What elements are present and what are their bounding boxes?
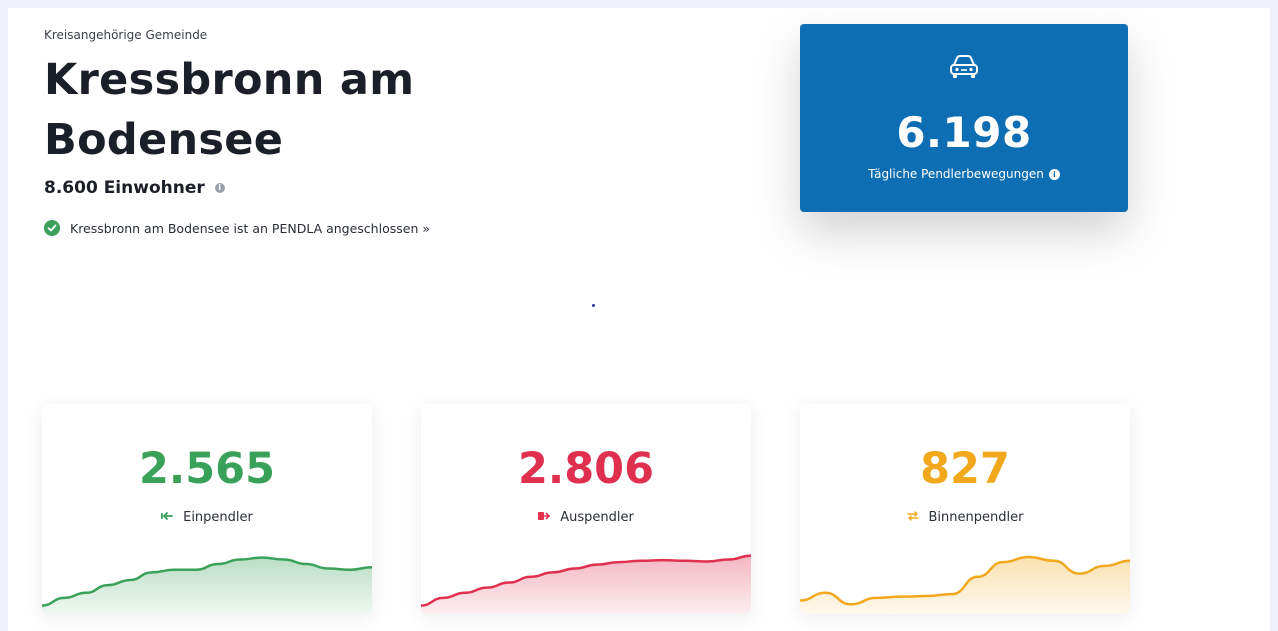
sparkline-area (421, 555, 751, 614)
outbound-commuters-card: 2.806 Auspendler (421, 404, 751, 614)
municipality-type: Kreisangehörige Gemeinde (44, 28, 208, 42)
pendla-connected-link[interactable]: Kressbronn am Bodensee ist an PENDLA ang… (44, 220, 430, 236)
car-icon (950, 55, 978, 78)
inbound-sparkline (42, 556, 372, 614)
daily-commute-value: 6.198 (896, 108, 1032, 157)
internal-sparkline (800, 555, 1130, 614)
info-icon[interactable]: i (1048, 168, 1060, 180)
info-icon[interactable]: i (214, 183, 225, 193)
swap-icon (906, 511, 919, 524)
loading-dot (592, 304, 595, 307)
inbound-commuters-label: Einpendler (183, 510, 253, 525)
check-circle-icon (44, 220, 60, 236)
outbound-commuters-value: 2.806 (517, 444, 654, 494)
internal-commuters-card: 827 Binnenpendler (800, 404, 1130, 614)
outbound-sparkline (421, 554, 751, 614)
internal-commuters-label: Binnenpendler (928, 510, 1024, 525)
internal-commuters-value: 827 (920, 444, 1010, 494)
outbound-commuters-label: Auspendler (560, 510, 634, 525)
internal-commuters-label-row: Binnenpendler (800, 510, 1130, 525)
daily-commute-label-row: Tägliche Pendlerbewegungen i (800, 167, 1128, 181)
arrow-out-icon (538, 511, 551, 524)
daily-commute-card: 6.198 Tägliche Pendlerbewegungen i (800, 24, 1128, 212)
population-value: 8.600 Einwohner (44, 178, 205, 198)
connected-text: Kressbronn am Bodensee ist an PENDLA ang… (70, 220, 430, 236)
arrow-in-icon (161, 511, 174, 524)
inbound-commuters-value: 2.565 (138, 444, 275, 494)
inbound-commuters-label-row: Einpendler (42, 510, 372, 525)
page-title: Kressbronn am Bodensee (44, 55, 415, 165)
daily-commute-label: Tägliche Pendlerbewegungen (868, 167, 1044, 181)
outbound-commuters-label-row: Auspendler (421, 510, 751, 525)
inbound-commuters-card: 2.565 Einpendler (42, 404, 372, 614)
dashboard-page: Kreisangehörige Gemeinde Kressbronn am B… (8, 8, 1270, 631)
population-line: 8.600 Einwohner i (44, 178, 225, 198)
